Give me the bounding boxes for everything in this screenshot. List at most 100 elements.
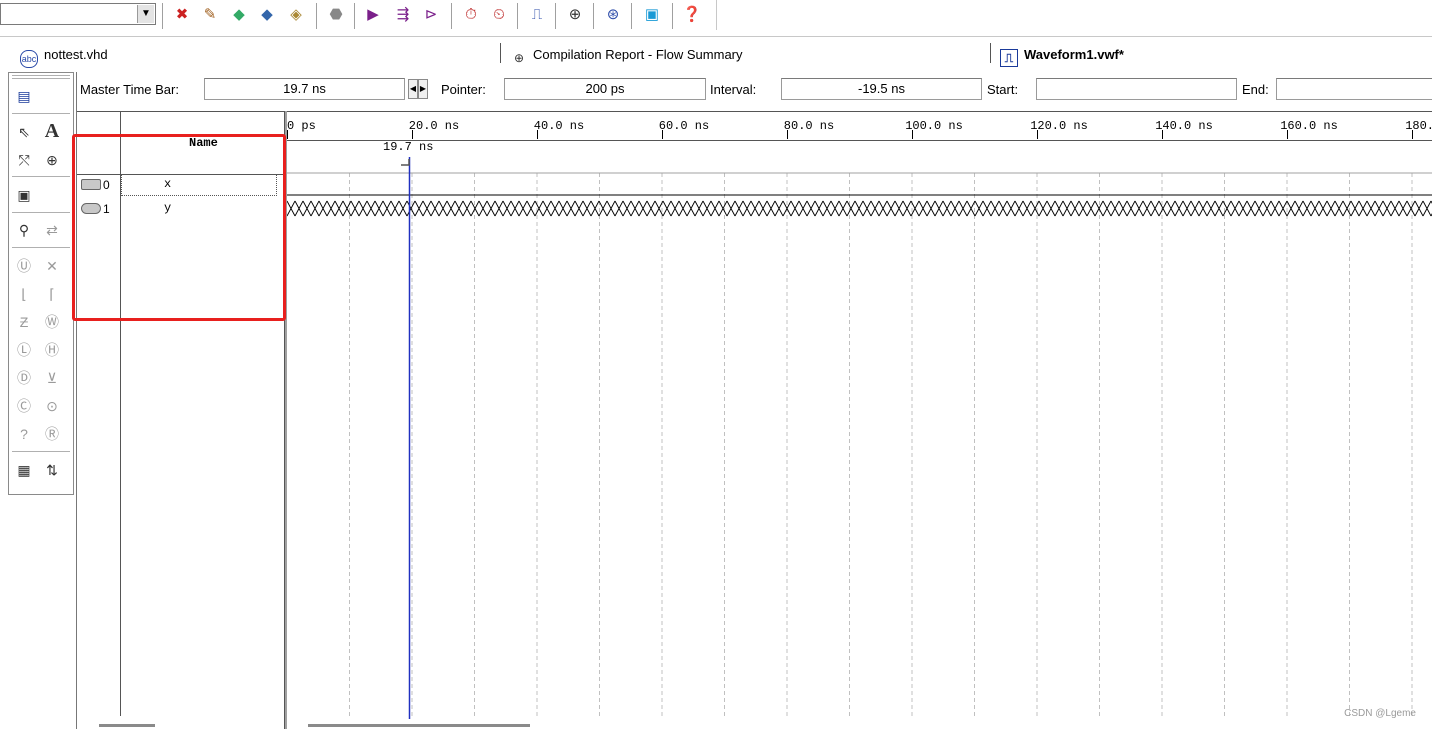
waveform-y-unknown [287, 200, 1432, 217]
ruler-tick-label: 40.0 ns [533, 119, 585, 133]
ruler-tick-mark [787, 130, 788, 139]
palette-grip [12, 75, 70, 76]
synthesis-icon[interactable]: ◆ [255, 3, 279, 27]
highlight-box [72, 134, 286, 321]
waveform-tool-palette: ▤ ⇖ A ⤲ ⊕ ▣ ⚲ ⇄ Ⓤ ✕ ⌊ ⌈ Ƶ Ⓦ Ⓛ Ⓗ Ⓓ ⊻ Ⓒ ⊙ … [8, 72, 74, 495]
find-icon[interactable]: ⚲ [13, 219, 35, 241]
interval-label: Interval: [710, 82, 757, 97]
end-label: End: [1242, 82, 1269, 97]
ruler-tick-label: 140.0 ns [1155, 119, 1213, 133]
ruler-tick-label: 20.0 ns [408, 119, 460, 133]
arbitrary-value-icon[interactable]: ? [13, 423, 35, 445]
tab-separator [500, 43, 501, 63]
ruler-tick-label: 0 ps [287, 119, 316, 133]
ruler-tick-label: 120.0 ns [1030, 119, 1088, 133]
chip-planner-icon[interactable]: ▣ [640, 3, 664, 27]
timing-analyzer-icon[interactable]: ⏱ [459, 3, 483, 27]
invert-icon[interactable]: ⊻ [41, 367, 63, 389]
toolbar-separator [451, 3, 453, 29]
start-timing-icon[interactable]: ⊳ [419, 3, 443, 27]
tab-waveform[interactable]: ⎍ Waveform1.vwf* [1000, 45, 1124, 67]
stop-icon[interactable]: ⬣ [324, 3, 348, 27]
start-analysis-icon[interactable]: ⇶ [391, 3, 415, 27]
fitter-icon[interactable]: ◈ [284, 3, 308, 27]
time-grid [349, 173, 1413, 719]
text-tool-icon[interactable]: A [41, 120, 63, 142]
ruler-tick-label: 60.0 ns [658, 119, 710, 133]
selection-tool-icon[interactable]: ⇖ [13, 121, 35, 143]
master-time-bar-field[interactable]: 19.7 ns [204, 78, 405, 100]
cursor-handle-icon[interactable] [401, 159, 410, 166]
toolbar-separator [672, 3, 674, 29]
toolbar-end-divider [716, 0, 717, 30]
tab-nottest-vhd[interactable]: abc nottest.vhd [20, 45, 108, 68]
ruler-tick-mark [1412, 130, 1413, 139]
ruler-tick-mark [912, 130, 913, 139]
edit-icon[interactable]: ✎ [198, 3, 222, 27]
forcing-high-icon[interactable]: ⌈ [41, 283, 63, 305]
pointer-field: 200 ps [504, 78, 706, 100]
time-bar: Master Time Bar: 19.7 ns ◀ ▶ Pointer: 20… [77, 75, 1432, 105]
start-label: Start: [987, 82, 1019, 97]
weak-low-icon[interactable]: Ⓛ [13, 339, 35, 361]
report-icon: ⊕ [513, 51, 525, 65]
end-field [1276, 78, 1432, 100]
ruler-tick-mark [537, 130, 538, 139]
overwrite-clock-icon[interactable]: ⊙ [41, 395, 63, 417]
ruler-tick-label: 100.0 ns [905, 119, 963, 133]
master-time-bar-label: Master Time Bar: [80, 82, 179, 97]
pointer-label: Pointer: [441, 82, 486, 97]
unknown-value-icon[interactable]: ✕ [41, 255, 63, 277]
waveform-scrollbar[interactable] [308, 724, 530, 727]
sort-icon[interactable]: ⇅ [41, 459, 63, 481]
weak-high-icon[interactable]: Ⓗ [41, 339, 63, 361]
ruler-tick-mark [287, 130, 288, 139]
replace-icon[interactable]: ⇄ [41, 219, 63, 241]
ruler-tick-mark [1162, 130, 1163, 139]
ruler-tick-mark [662, 130, 663, 139]
tab-label: Compilation Report - Flow Summary [533, 47, 743, 62]
window-icon[interactable]: ▤ [13, 85, 35, 107]
forcing-low-icon[interactable]: ⌊ [13, 283, 35, 305]
watermark: CSDN @Lgeme [1344, 708, 1416, 719]
help-icon[interactable]: ❓ [680, 3, 704, 27]
tab-compilation-report[interactable]: ⊕ Compilation Report - Flow Summary [511, 45, 743, 65]
ruler-tick-mark [412, 130, 413, 139]
vhdl-file-icon: abc [20, 50, 38, 68]
toolbar-separator [316, 3, 318, 29]
ruler-tick-label: 180.0 ns [1405, 119, 1432, 133]
timing-wizard-icon[interactable]: ⏲ [487, 3, 511, 27]
full-screen-icon[interactable]: ▣ [13, 184, 35, 206]
entity-combo[interactable]: ▼ [0, 3, 156, 25]
dont-care-icon[interactable]: Ⓓ [13, 367, 35, 389]
start-compilation-icon[interactable]: ▶ [361, 3, 385, 27]
analysis-icon[interactable]: ◆ [227, 3, 251, 27]
compilation-report-icon[interactable]: ⊕ [563, 3, 587, 27]
random-values-icon[interactable]: Ⓡ [41, 423, 63, 445]
count-value-icon[interactable]: Ⓒ [13, 395, 35, 417]
toolbar-separator [517, 3, 519, 29]
waveform-editing-tool-icon[interactable]: ⤲ [13, 149, 35, 171]
ruler-tick-label: 160.0 ns [1280, 119, 1338, 133]
palette-separator [12, 451, 70, 452]
chevron-down-icon[interactable]: ▼ [137, 5, 154, 23]
snap-to-grid-icon[interactable]: ▦ [13, 459, 35, 481]
names-scrollbar[interactable] [99, 724, 155, 727]
compiler-tool-icon[interactable]: ✖ [170, 3, 194, 27]
zoom-tool-icon[interactable]: ⊕ [41, 149, 63, 171]
palette-separator [12, 113, 70, 114]
programmer-icon[interactable]: ⊛ [601, 3, 625, 27]
palette-separator [12, 176, 70, 177]
interval-field: -19.5 ns [781, 78, 982, 100]
high-impedance-icon[interactable]: Ƶ [13, 311, 35, 333]
next-transition-icon[interactable]: ▶ [418, 79, 428, 99]
uninitialized-value-icon[interactable]: Ⓤ [13, 255, 35, 277]
simulator-icon[interactable]: ⎍ [525, 3, 549, 27]
previous-transition-icon[interactable]: ◀ [408, 79, 418, 99]
palette-separator [12, 247, 70, 248]
waveform-canvas[interactable] [287, 139, 1432, 719]
toolbar-separator [593, 3, 595, 29]
weak-unknown-icon[interactable]: Ⓦ [41, 311, 63, 333]
cursor-time-label: 19.7 ns [383, 140, 434, 154]
ruler-tick-mark [1287, 130, 1288, 139]
